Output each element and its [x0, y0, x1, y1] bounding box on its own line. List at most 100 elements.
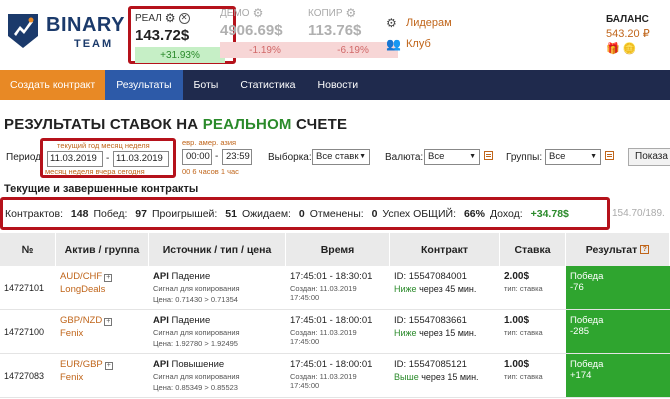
- table-header: № Актив / группа Источник / тип / цена В…: [0, 233, 670, 266]
- help-icon[interactable]: ?: [640, 245, 650, 254]
- account-real-pct: +31.93%: [135, 47, 225, 63]
- balance-label: БАЛАНС: [606, 14, 649, 25]
- contract-id: ID: 15547085121: [394, 359, 467, 370]
- table-row[interactable]: 14727083 EUR/GBP + Fenix API Повышение Си…: [0, 354, 670, 398]
- date-from-input[interactable]: 11.03.2019: [47, 151, 103, 167]
- period-quick-bottom[interactable]: месяц неделя вчера сегодня: [45, 167, 145, 176]
- show-button[interactable]: Показа: [628, 148, 670, 166]
- result-value: -285: [570, 326, 590, 337]
- result-cell: Победа -76: [566, 266, 670, 309]
- groups-select[interactable]: Все ▼: [545, 149, 601, 165]
- time-range: 17:45:01 - 18:00:01: [290, 315, 373, 326]
- contract-direction: Ниже: [394, 328, 417, 338]
- filters: Период: текущий год месяц неделя 11.03.2…: [0, 136, 670, 178]
- waiting-label: Ожидаем:: [241, 207, 291, 220]
- col-result: Результат ?: [566, 233, 670, 266]
- bet-value: 1.00$: [504, 315, 530, 326]
- direction-type: Повышение: [171, 359, 225, 370]
- asset-link[interactable]: AUD/CHF: [60, 271, 102, 282]
- bet-value: 1.00$: [504, 359, 530, 370]
- balance-value: 543.20 ₽: [606, 28, 650, 40]
- table-row[interactable]: 14727101 AUD/CHF + LongDeals API Падение …: [0, 266, 670, 310]
- group-link[interactable]: LongDeals: [60, 284, 145, 295]
- contract-direction: Ниже: [394, 284, 417, 294]
- main-nav: Создать контракт Результаты Боты Статист…: [0, 70, 670, 100]
- bet-value: 2.00$: [504, 271, 530, 282]
- club-label: Клуб: [406, 38, 431, 50]
- col-asset: Актив / группа: [56, 233, 149, 266]
- account-copy-title: КОПИР: [308, 7, 343, 19]
- asset-link[interactable]: GBP/NZD: [60, 315, 102, 326]
- row-id: 14727101: [4, 282, 45, 293]
- losses-label: Проигрышей:: [151, 207, 218, 220]
- account-real-title: РЕАЛ: [135, 12, 162, 24]
- time-quick-top[interactable]: евр. амер. азия: [182, 138, 236, 147]
- result-value: -76: [570, 282, 584, 293]
- gear-icon[interactable]: ⚙: [253, 6, 264, 20]
- period-quick-top[interactable]: текущий год месяц неделя: [57, 141, 150, 150]
- period-label: Период:: [6, 152, 44, 163]
- chevron-down-icon: ▼: [590, 153, 597, 160]
- list-icon[interactable]: [484, 151, 493, 160]
- created-text: Создан: 11.03.2019 17:45:00: [290, 328, 357, 346]
- col-source: Источник / тип / цена: [149, 233, 286, 266]
- result-cell: Победа +174: [566, 354, 670, 397]
- group-link[interactable]: Fenix: [60, 328, 145, 339]
- source: API: [153, 271, 169, 282]
- logo[interactable]: BINARY TEAM: [4, 10, 124, 54]
- logo-icon: [8, 14, 38, 48]
- time-range: 17:45:01 - 18:00:01: [290, 359, 373, 370]
- income-value: +34.78$: [530, 207, 569, 220]
- plus-icon[interactable]: +: [104, 362, 113, 370]
- leaders-link[interactable]: ⚙ Лидерам: [386, 16, 452, 30]
- losses-value: 51: [225, 207, 237, 220]
- created-text: Создан: 11.03.2019 17:45:00: [290, 372, 357, 390]
- contract-id: ID: 15547083661: [394, 315, 467, 326]
- result-cell: Победа -285: [566, 310, 670, 353]
- wins-label: Побед:: [93, 207, 128, 220]
- close-icon[interactable]: ✕: [178, 12, 190, 24]
- price-text: Цена: 0.85349 > 0.85523: [153, 383, 238, 392]
- created-text: Создан: 11.03.2019 17:45:00: [290, 284, 357, 302]
- sample-label: Выборка:: [268, 152, 312, 163]
- gear-icon[interactable]: ⚙: [165, 11, 176, 25]
- page-title: РЕЗУЛЬТАТЫ СТАВОК НА РЕАЛЬНОМ СЧЕТЕ: [4, 116, 348, 133]
- nav-news[interactable]: Новости: [307, 70, 370, 100]
- direction-type: Падение: [171, 271, 211, 282]
- waiting-value: 0: [298, 207, 305, 220]
- nav-stats[interactable]: Статистика: [229, 70, 306, 100]
- table-row[interactable]: 14727100 GBP/NZD + Fenix API Падение Сигн…: [0, 310, 670, 354]
- group-link[interactable]: Fenix: [60, 372, 145, 383]
- account-demo-pct: -1.19%: [220, 42, 310, 58]
- gear-icon[interactable]: ⚙: [346, 6, 357, 20]
- account-demo-title: ДЕМО: [220, 7, 250, 19]
- chevron-down-icon: ▼: [469, 153, 476, 160]
- source: API: [153, 315, 169, 326]
- time-from-input[interactable]: 00:00: [182, 149, 212, 165]
- direction-type: Падение: [171, 315, 211, 326]
- time-range: 17:45:01 - 18:30:01: [290, 271, 373, 282]
- club-link[interactable]: 👥 Клуб: [386, 37, 452, 51]
- plus-icon[interactable]: +: [104, 274, 113, 282]
- nav-create-contract[interactable]: Создать контракт: [0, 70, 106, 100]
- asset-link[interactable]: EUR/GBP: [60, 359, 103, 370]
- logo-sub: TEAM: [74, 38, 114, 50]
- success-value: 66%: [463, 207, 485, 220]
- income-label: Доход:: [489, 207, 523, 220]
- currency-select[interactable]: Все ▼: [424, 149, 480, 165]
- coins-icon[interactable]: 🪙: [623, 43, 637, 55]
- date-to-input[interactable]: 11.03.2019: [113, 151, 169, 167]
- nav-results[interactable]: Результаты: [105, 70, 183, 100]
- col-bet: Ставка: [500, 233, 566, 266]
- list-icon[interactable]: [605, 151, 614, 160]
- account-real-amount: 143.72$: [135, 27, 190, 44]
- section-title: Текущие и завершенные контракты: [4, 183, 199, 195]
- gift-icon[interactable]: 🎁: [606, 43, 620, 55]
- sample-select[interactable]: Все ставк ▼: [312, 149, 370, 165]
- time-quick-bottom[interactable]: 00 6 часов 1 час: [182, 167, 239, 176]
- success-label: Успех ОБЩИЙ:: [382, 207, 457, 220]
- time-to-input[interactable]: 23:59: [222, 149, 252, 165]
- balance: БАЛАНС 543.20 ₽ 🎁 🪙: [606, 14, 650, 55]
- plus-icon[interactable]: +: [104, 318, 113, 326]
- nav-bots[interactable]: Боты: [183, 70, 230, 100]
